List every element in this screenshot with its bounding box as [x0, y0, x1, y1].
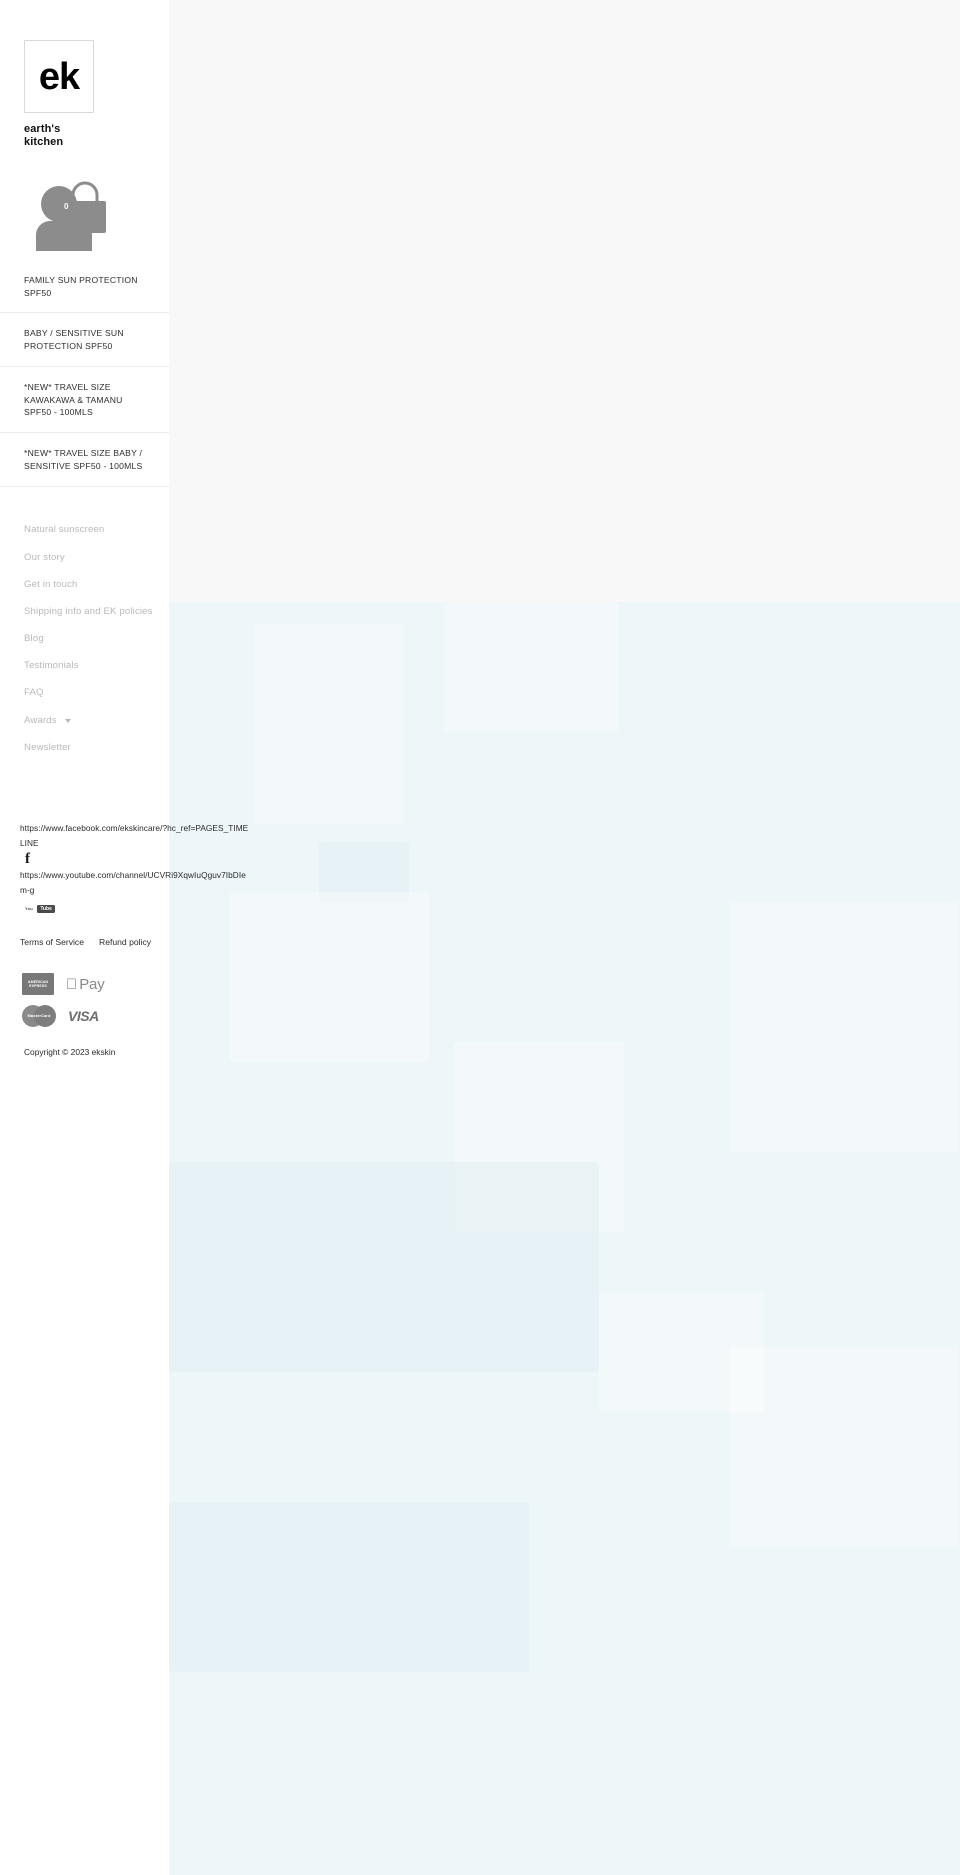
terms-of-service-link[interactable]: Terms of Service	[20, 937, 84, 947]
sidebar-item-awards-label: Awards	[24, 714, 57, 726]
content-placeholder	[729, 902, 959, 1152]
secondary-nav-row: Natural sunscreen	[24, 519, 169, 546]
content-placeholder	[169, 1502, 529, 1672]
facebook-url-text[interactable]: https://www.facebook.com/ekskincare/?hc_…	[20, 821, 250, 850]
sidebar-item-faq[interactable]: FAQ	[24, 688, 44, 709]
content-placeholder	[444, 602, 619, 732]
sidebar-item-shipping-info[interactable]: Shipping info and EK policies	[24, 607, 153, 628]
main-content	[169, 0, 960, 1875]
content-placeholder	[169, 1162, 599, 1372]
payment-icon-apple-pay:  Pay	[66, 973, 105, 995]
copyright-text: Copyright © 2023 ekskin	[24, 1047, 116, 1058]
product-nav-item-family-sun-protection[interactable]: FAMILY SUN PROTECTION SPF50	[0, 261, 169, 312]
product-nav-item-baby-sensitive-sun-protection[interactable]: BABY / SENSITIVE SUN PROTECTION SPF50	[0, 312, 169, 366]
secondary-nav-row: Blog	[24, 628, 169, 655]
payment-methods: AMERICANEXPRESS  Pay MasterCard VISA	[0, 973, 150, 1028]
site-logo[interactable]: ek earth's kitchen	[0, 0, 169, 148]
sidebar-item-awards[interactable]: Awards	[24, 716, 71, 737]
policy-links: Terms of Service Refund policy	[0, 937, 169, 947]
refund-policy-link[interactable]: Refund policy	[99, 937, 151, 947]
secondary-nav-row: Awards	[24, 710, 169, 737]
secondary-nav-row: Shipping info and EK policies	[24, 601, 169, 628]
logo-box: ek	[24, 40, 94, 113]
cart-icon[interactable]	[61, 181, 109, 243]
social-links: https://www.facebook.com/ekskincare/?hc_…	[0, 821, 250, 915]
logo-word-line2: kitchen	[24, 135, 64, 148]
content-placeholder	[254, 624, 404, 824]
product-nav-item-travel-baby-sensitive[interactable]: *NEW* TRAVEL SIZE BABY / SENSITIVE SPF50…	[0, 432, 169, 486]
facebook-link-row[interactable]: https://www.facebook.com/ekskincare/?hc_…	[20, 821, 250, 868]
sidebar-item-blog[interactable]: Blog	[24, 634, 44, 655]
secondary-nav-row: Our story	[24, 547, 169, 574]
chevron-down-icon	[64, 719, 71, 724]
facebook-icon[interactable]: f	[25, 851, 30, 867]
mastercard-icon: MasterCard	[22, 1005, 56, 1028]
product-nav-item-travel-kawakawa-tamanu[interactable]: *NEW* TRAVEL SIZE KAWAKAWA & TAMANU SPF5…	[0, 366, 169, 432]
main-content-top-band	[169, 0, 960, 602]
youtube-icon-top-text: You	[25, 906, 33, 912]
page-root: ek earth's kitchen 0 FAMILY SUN PROTECTI…	[0, 0, 960, 1875]
sidebar-item-our-story[interactable]: Our story	[24, 552, 65, 574]
secondary-nav-row: Newsletter	[24, 737, 169, 764]
apple-logo-icon: 	[66, 977, 77, 992]
cart-count-badge: 0	[64, 202, 69, 212]
content-placeholder	[729, 1347, 959, 1547]
payment-icon-mastercard: MasterCard	[22, 1005, 56, 1028]
header-icon-row: 0	[0, 181, 169, 255]
sidebar-item-get-in-touch[interactable]: Get in touch	[24, 579, 78, 601]
secondary-nav-row: FAQ	[24, 682, 169, 709]
youtube-icon[interactable]: You Tube	[25, 897, 55, 915]
payment-icon-visa: VISA	[68, 1005, 99, 1027]
payment-icon-american-express: AMERICAN EXPRESS	[22, 973, 54, 996]
youtube-link-row[interactable]: https://www.youtube.com/channel/UCVRi9Xq…	[20, 868, 250, 915]
youtube-url-text[interactable]: https://www.youtube.com/channel/UCVRi9Xq…	[20, 868, 250, 897]
youtube-icon-box-text: Tube	[37, 905, 55, 914]
sidebar-item-testimonials[interactable]: Testimonials	[24, 661, 79, 682]
product-nav: FAMILY SUN PROTECTION SPF50 BABY / SENSI…	[0, 261, 169, 488]
sidebar-item-newsletter[interactable]: Newsletter	[24, 743, 71, 764]
secondary-nav: Natural sunscreen Our story Get in touch…	[0, 519, 169, 764]
sidebar-item-natural-sunscreen[interactable]: Natural sunscreen	[24, 525, 104, 546]
logo-word-line1: earth's	[24, 123, 61, 135]
content-placeholder	[229, 892, 429, 1062]
amex-icon: AMERICAN EXPRESS	[22, 973, 54, 996]
logo-mark-text: ek	[38, 55, 80, 98]
visa-label: VISA	[68, 1009, 99, 1023]
sidebar: ek earth's kitchen 0 FAMILY SUN PROTECTI…	[0, 0, 248, 1875]
amex-icon-text: AMERICAN EXPRESS	[27, 979, 49, 989]
main-content-hero-band	[169, 602, 960, 1875]
mastercard-label: MasterCard	[22, 1013, 56, 1018]
logo-wordmark: earth's kitchen	[24, 123, 169, 148]
secondary-nav-row: Get in touch	[24, 574, 169, 601]
apple-pay-label: Pay	[68, 975, 104, 993]
secondary-nav-row: Testimonials	[24, 655, 169, 682]
